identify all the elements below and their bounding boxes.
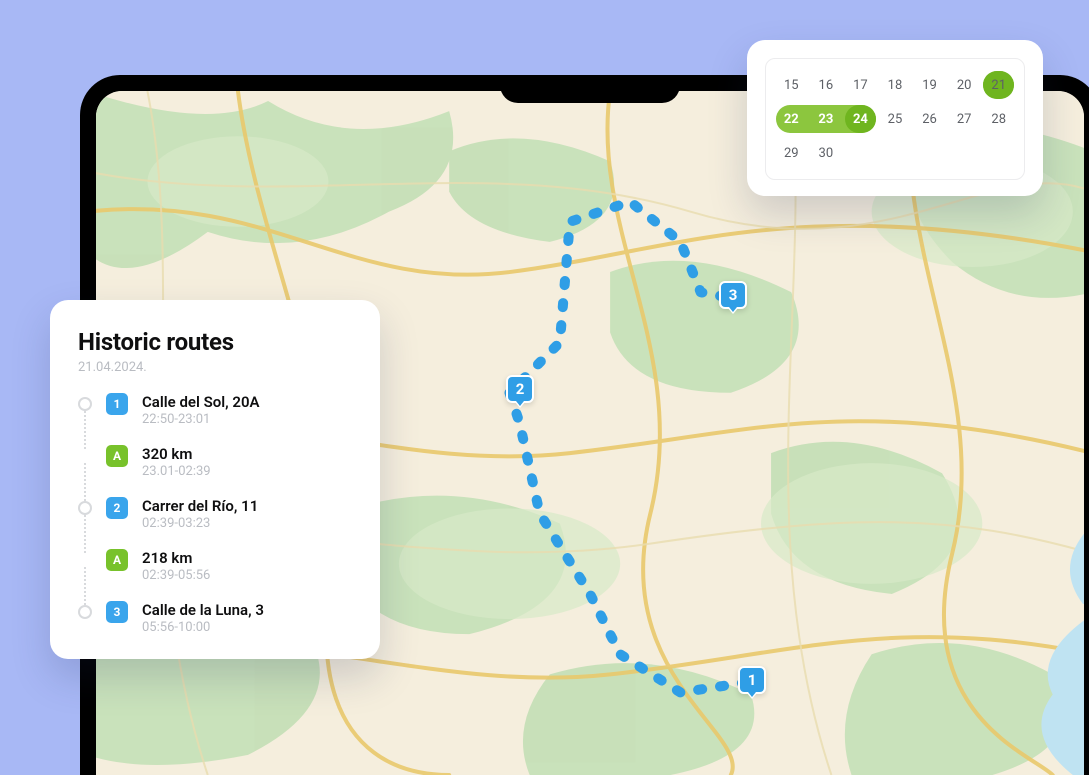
route-step-stop[interactable]: 1 Calle del Sol, 20A 22:50-23:01 [78,393,352,445]
stop-time: 02:39-03:23 [142,516,258,531]
historic-routes-panel: Historic routes 21.04.2024. 1 Calle del … [50,300,380,659]
calendar-day-selected[interactable]: 22 [776,105,807,133]
calendar-card: 15 16 17 18 19 20 21 22 23 24 25 26 27 2… [747,40,1043,196]
device-notch [500,75,680,103]
marker-caret-icon [746,692,758,699]
calendar-day[interactable]: 15 [776,71,807,99]
calendar-grid: 15 16 17 18 19 20 21 22 23 24 25 26 27 2… [776,71,1014,167]
marker-caret-icon [727,307,739,314]
calendar-day[interactable]: 19 [914,71,945,99]
panel-title: Historic routes [78,328,352,356]
calendar-day-selected-start[interactable]: 21 [983,71,1014,99]
calendar-day[interactable]: 28 [983,105,1014,133]
timeline-node-icon [78,397,92,411]
timeline-node-icon [78,501,92,515]
stop-address: Calle del Sol, 20A [142,393,260,411]
route-step-stop[interactable]: 2 Carrer del Río, 11 02:39-03:23 [78,497,352,549]
stop-address: Carrer del Río, 11 [142,497,258,515]
stop-time: 05:56-10:00 [142,620,264,635]
drive-badge: A [106,549,128,571]
timeline-spacer [78,553,92,567]
timeline-spacer [78,449,92,463]
marker-caret-icon [514,401,526,408]
route-step-drive[interactable]: A 218 km 02:39-05:56 [78,549,352,601]
route-step-stop[interactable]: 3 Calle de la Luna, 3 05:56-10:00 [78,601,352,635]
stop-time: 22:50-23:01 [142,412,260,427]
route-step-drive[interactable]: A 320 km 23.01-02:39 [78,445,352,497]
stop-number-badge: 1 [106,393,128,415]
timeline-line [84,411,86,449]
calendar-day[interactable]: 26 [914,105,945,133]
map-marker-3[interactable]: 3 [719,281,747,309]
drive-badge: A [106,445,128,467]
route-list: 1 Calle del Sol, 20A 22:50-23:01 A 320 k… [78,393,352,635]
timeline-line [84,515,86,553]
calendar-day[interactable]: 30 [811,139,842,167]
drive-distance: 320 km [142,445,211,463]
map-marker-label: 1 [748,671,757,689]
map-marker-1[interactable]: 1 [738,666,766,694]
calendar-day-selected[interactable]: 23 [811,105,842,133]
map-marker-label: 2 [516,380,525,398]
stop-address: Calle de la Luna, 3 [142,601,264,619]
stop-number-badge: 3 [106,601,128,623]
calendar-day[interactable]: 16 [811,71,842,99]
calendar-day[interactable]: 17 [845,71,876,99]
calendar-day[interactable]: 25 [880,105,911,133]
timeline-line [84,567,86,605]
stop-number-badge: 2 [106,497,128,519]
panel-date: 21.04.2024. [78,360,352,375]
map-marker-2[interactable]: 2 [506,375,534,403]
timeline-node-icon [78,605,92,619]
drive-distance: 218 km [142,549,210,567]
calendar-grid-container: 15 16 17 18 19 20 21 22 23 24 25 26 27 2… [765,58,1025,180]
timeline-line [84,463,86,501]
drive-time: 23.01-02:39 [142,464,211,479]
map-marker-label: 3 [729,286,738,304]
calendar-day[interactable]: 18 [880,71,911,99]
calendar-day-selected-end[interactable]: 24 [845,105,876,133]
calendar-day[interactable]: 20 [949,71,980,99]
drive-time: 02:39-05:56 [142,568,210,583]
calendar-day[interactable]: 29 [776,139,807,167]
calendar-day[interactable]: 27 [949,105,980,133]
